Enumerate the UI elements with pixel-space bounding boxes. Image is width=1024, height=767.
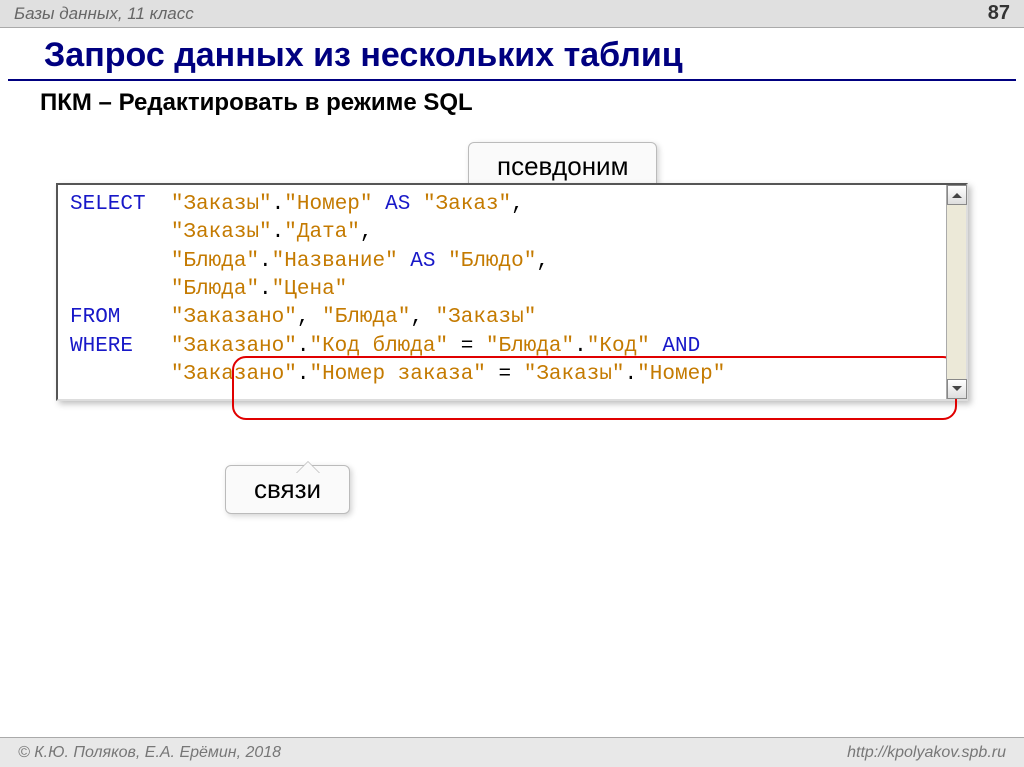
header-bar: Базы данных, 11 класс 87 xyxy=(0,0,1024,28)
slide-title: Запрос данных из нескольких таблиц xyxy=(8,28,1016,81)
slide-subtitle: ПКМ – Редактировать в режиме SQL xyxy=(0,81,1024,121)
copyright-text: © К.Ю. Поляков, Е.А. Ерёмин, 2018 xyxy=(18,744,281,762)
footer-bar: © К.Ю. Поляков, Е.А. Ерёмин, 2018 http:/… xyxy=(0,737,1024,767)
scroll-up-button[interactable] xyxy=(947,185,967,205)
sql-code: SELECT "Заказы"."Номер" AS "Заказ", "Зак… xyxy=(70,191,940,389)
kw-select: SELECT xyxy=(70,193,146,216)
callout-alias-text: псевдоним xyxy=(497,151,628,181)
callout-links-text: связи xyxy=(254,474,321,504)
kw-where: WHERE xyxy=(70,335,133,358)
sql-code-panel: SELECT "Заказы"."Номер" AS "Заказ", "Зак… xyxy=(56,183,968,401)
page-number: 87 xyxy=(988,2,1010,25)
kw-from: FROM xyxy=(70,306,120,329)
course-title: Базы данных, 11 класс xyxy=(14,4,194,24)
vertical-scrollbar[interactable] xyxy=(946,185,966,399)
scroll-down-button[interactable] xyxy=(947,379,967,399)
chevron-up-icon xyxy=(952,188,962,198)
callout-links: связи xyxy=(225,465,350,514)
chevron-down-icon xyxy=(952,386,962,396)
footer-url: http://kpolyakov.spb.ru xyxy=(847,744,1006,762)
